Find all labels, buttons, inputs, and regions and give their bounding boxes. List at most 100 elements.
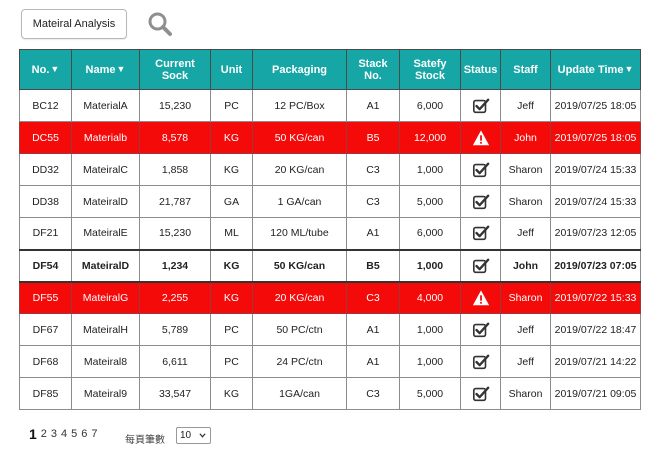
page-link-5[interactable]: 5 <box>71 427 77 441</box>
cell-status <box>460 377 501 410</box>
pagination: 1234567 <box>29 427 102 441</box>
cell-name: Materialb <box>71 121 140 154</box>
sort-desc-icon[interactable]: ▼ <box>50 63 59 75</box>
cell-packaging: 12 PC/Box <box>252 89 347 122</box>
cell-no: DD32 <box>19 153 72 186</box>
cell-status <box>460 281 501 314</box>
per-page-select[interactable]: 10 <box>176 427 211 444</box>
column-header-label: Unit <box>220 63 243 76</box>
column-header-no[interactable]: No.▼ <box>19 49 72 90</box>
cell-staff: Jeff <box>500 345 551 378</box>
cell-name: MaterialA <box>71 89 140 122</box>
column-header-name[interactable]: Name▼ <box>71 49 140 90</box>
cell-status <box>460 89 501 122</box>
cell-unit: KG <box>210 153 253 186</box>
material-analysis-button[interactable]: Mateiral Analysis <box>21 9 127 39</box>
cell-stack-no: A1 <box>346 345 400 378</box>
page-link-3[interactable]: 3 <box>51 427 57 441</box>
column-header-label: No. <box>31 64 50 76</box>
checkbox-checked-icon <box>472 354 489 369</box>
table-row[interactable]: DF85 Mateiral9 33,547 KG 1GA/can C3 5,000 Sharo… <box>19 377 641 410</box>
page-link-6[interactable]: 6 <box>81 427 87 441</box>
cell-current-stock: 33,547 <box>139 377 211 410</box>
checkbox-checked-icon <box>472 98 489 113</box>
table-row[interactable]: DD38 MateiralD 21,787 GA 1 GA/can C3 5,000 Shar… <box>19 185 641 218</box>
cell-stack-no: C3 <box>346 153 400 186</box>
cell-packaging: 20 KG/can <box>252 153 347 186</box>
cell-name: MateiralE <box>71 217 140 250</box>
warning-icon <box>472 129 489 145</box>
cell-no: DF85 <box>19 377 72 410</box>
sort-desc-icon[interactable]: ▼ <box>117 63 126 75</box>
column-header-label: Packaging <box>271 63 328 76</box>
cell-name: MateiralH <box>71 313 140 346</box>
cell-current-stock: 8,578 <box>139 121 211 154</box>
column-header-staff: Staff <box>500 49 551 90</box>
table-row[interactable]: DF67 MateiralH 5,789 PC 50 PC/ctn A1 1,000 Jeff… <box>19 313 641 346</box>
cell-current-stock: 15,230 <box>139 217 211 250</box>
column-header-label: Satefy Stock <box>413 57 447 82</box>
table-row[interactable]: DD32 MateiralC 1,858 KG 20 KG/can C3 1,000 Shar… <box>19 153 641 186</box>
cell-safety-stock: 1,000 <box>399 345 461 378</box>
checkbox-checked-icon <box>472 162 489 177</box>
sort-desc-icon[interactable]: ▼ <box>624 63 633 75</box>
table-row[interactable]: DF54 MateiralD 1,234 KG 50 KG/can B5 1,000 John… <box>19 248 641 283</box>
toolbar: Mateiral Analysis <box>21 9 173 39</box>
cell-stack-no: B5 <box>346 121 400 154</box>
cell-safety-stock: 5,000 <box>399 185 461 218</box>
cell-no: DD38 <box>19 185 72 218</box>
cell-unit: KG <box>210 377 253 410</box>
cell-stack-no: C3 <box>346 185 400 218</box>
table-row[interactable]: DF21 MateiralE 15,230 ML 120 ML/tube A1 6,000 J… <box>19 217 641 250</box>
per-page-value: 10 <box>180 430 192 441</box>
cell-update-time: 2019/07/24 15:33 <box>550 153 641 186</box>
cell-update-time: 2019/07/21 09:05 <box>550 377 641 410</box>
page-link-7[interactable]: 7 <box>91 427 97 441</box>
chevron-down-icon <box>199 433 206 438</box>
cell-current-stock: 5,789 <box>139 313 211 346</box>
cell-packaging: 1 GA/can <box>252 185 347 218</box>
search-icon[interactable] <box>147 11 173 37</box>
cell-unit: PC <box>210 345 253 378</box>
cell-packaging: 50 PC/ctn <box>252 313 347 346</box>
cell-update-time: 2019/07/21 14:22 <box>550 345 641 378</box>
checkbox-checked-icon <box>472 258 489 273</box>
cell-current-stock: 6,611 <box>139 345 211 378</box>
cell-packaging: 24 PC/ctn <box>252 345 347 378</box>
column-header-satefy-stock: Satefy Stock <box>399 49 461 90</box>
column-header-status: Status <box>460 49 501 90</box>
column-header-update-time[interactable]: Update Time▼ <box>550 49 641 90</box>
page-link-2[interactable]: 2 <box>41 427 47 441</box>
cell-name: Mateiral9 <box>71 377 140 410</box>
table-row[interactable]: DF68 Mateiral8 6,611 PC 24 PC/ctn A1 1,000 Jeff… <box>19 345 641 378</box>
table-row[interactable]: DF55 MateiralG 2,255 KG 20 KG/can C3 4,000 Shar… <box>19 281 641 314</box>
cell-name: MateiralD <box>71 248 140 283</box>
cell-no: BC12 <box>19 89 72 122</box>
table-row[interactable]: BC12 MaterialA 15,230 PC 12 PC/Box A1 6,000 Jef… <box>19 89 641 122</box>
cell-status <box>460 121 501 154</box>
page-link-1[interactable]: 1 <box>29 427 37 441</box>
cell-name: Mateiral8 <box>71 345 140 378</box>
table-row[interactable]: DC55 Materialb 8,578 KG 50 KG/can B5 12,000 Joh… <box>19 121 641 154</box>
cell-staff: Sharon <box>500 153 551 186</box>
cell-status <box>460 185 501 218</box>
cell-no: DF21 <box>19 217 72 250</box>
cell-staff: Sharon <box>500 281 551 314</box>
cell-staff: Sharon <box>500 377 551 410</box>
cell-current-stock: 15,230 <box>139 89 211 122</box>
column-header-packaging: Packaging <box>252 49 347 90</box>
column-header-label: Name <box>85 64 116 76</box>
cell-update-time: 2019/07/25 18:05 <box>550 89 641 122</box>
cell-update-time: 2019/07/25 18:05 <box>550 121 641 154</box>
cell-safety-stock: 4,000 <box>399 281 461 314</box>
cell-packaging: 50 KG/can <box>252 248 347 283</box>
cell-safety-stock: 6,000 <box>399 217 461 250</box>
cell-update-time: 2019/07/22 18:47 <box>550 313 641 346</box>
page-link-4[interactable]: 4 <box>61 427 67 441</box>
cell-current-stock: 21,787 <box>139 185 211 218</box>
cell-safety-stock: 12,000 <box>399 121 461 154</box>
cell-stack-no: B5 <box>346 248 400 283</box>
checkbox-checked-icon <box>472 386 489 401</box>
cell-status <box>460 248 501 283</box>
cell-stack-no: A1 <box>346 217 400 250</box>
